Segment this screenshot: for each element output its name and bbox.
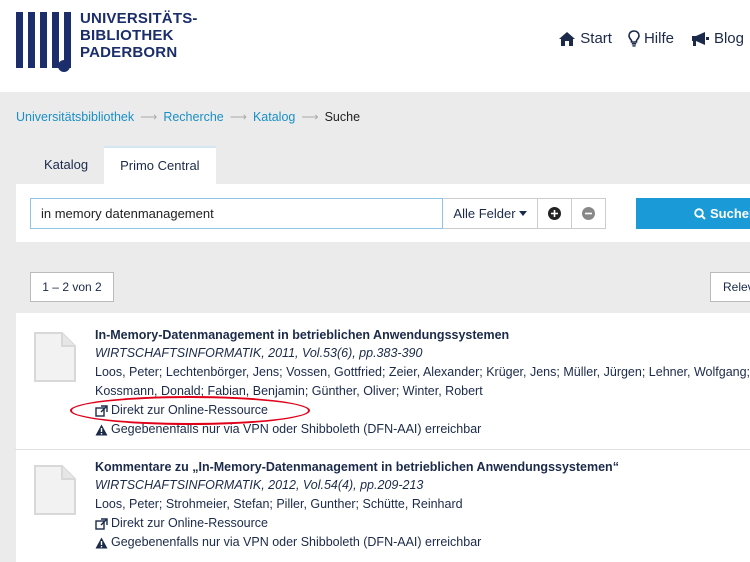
nav-blog-label: Blog	[713, 30, 744, 47]
result-title[interactable]: Kommentare zu „In-Memory-Datenmanagement…	[95, 458, 750, 476]
search-input[interactable]	[30, 198, 443, 229]
vpn-warning: Gegebenenfalls nur via VPN oder Shibbole…	[95, 420, 750, 439]
result-authors: Kossmann, Donald; Fabian, Benjamin; Günt…	[95, 384, 483, 398]
tab-primo-central[interactable]: Primo Central	[104, 146, 216, 184]
result-authors: Loos, Peter; Strohmeier, Stefan; Piller,…	[95, 497, 463, 511]
logo-line-2: BIBLIOTHEK	[80, 27, 174, 44]
external-link-icon	[95, 404, 108, 417]
results-count: 1 – 2 von 2	[30, 272, 114, 302]
result-source: WIRTSCHAFTSINFORMATIK, 2012, Vol.54(4), …	[95, 478, 424, 492]
result-source: WIRTSCHAFTSINFORMATIK, 2011, Vol.53(6), …	[95, 346, 423, 360]
megaphone-icon	[691, 31, 709, 46]
plus-circle-icon	[548, 207, 561, 220]
lightbulb-icon	[628, 30, 640, 47]
nav-start[interactable]: Start	[558, 30, 612, 47]
search-button[interactable]: Suchen	[636, 198, 750, 229]
minus-circle-icon	[582, 207, 595, 220]
result-item: Kommentare zu „In-Memory-Datenmanagement…	[95, 458, 750, 552]
top-navigation: Start Hilfe Blog	[558, 30, 744, 47]
breadcrumb-arrow-icon: ⟶	[229, 110, 247, 124]
breadcrumb-current: Suche	[324, 110, 361, 124]
logo-text[interactable]: UNIVERSITÄTS- BIBLIOTHEK PADERBORN	[80, 10, 198, 61]
vpn-warning: Gegebenenfalls nur via VPN oder Shibbole…	[95, 533, 750, 552]
caret-down-icon	[518, 211, 527, 216]
logo-line-3: PADERBORN	[80, 44, 178, 61]
logo-icon[interactable]	[16, 12, 76, 68]
online-resource-link-label: Direkt zur Online-Ressource	[111, 403, 268, 417]
search-icon	[694, 207, 706, 220]
external-link-icon	[95, 517, 108, 530]
home-icon	[559, 31, 576, 46]
search-tabs: Katalog Primo Central	[28, 146, 216, 184]
tab-katalog[interactable]: Katalog	[28, 146, 104, 184]
result-authors: Loos, Peter; Lechtenbörger, Jens; Vossen…	[95, 365, 750, 379]
field-select-label: Alle Felder	[453, 206, 516, 221]
result-divider	[14, 449, 750, 450]
logo-dot	[58, 60, 70, 72]
online-resource-link[interactable]: Direkt zur Online-Ressource	[95, 401, 750, 420]
online-resource-link-label: Direkt zur Online-Ressource	[111, 516, 268, 530]
breadcrumb-universitaetsbibliothek[interactable]: Universitätsbibliothek	[16, 110, 134, 124]
search-button-label: Suchen	[710, 206, 750, 221]
breadcrumb-katalog[interactable]: Katalog	[253, 110, 295, 124]
nav-start-label: Start	[580, 30, 612, 47]
vpn-warning-label: Gegebenenfalls nur via VPN oder Shibbole…	[111, 535, 482, 549]
logo-line-1: UNIVERSITÄTS-	[80, 10, 198, 27]
online-resource-link[interactable]: Direkt zur Online-Ressource	[95, 514, 750, 533]
warning-icon	[95, 424, 108, 435]
nav-hilfe[interactable]: Hilfe	[628, 30, 674, 47]
breadcrumb-arrow-icon: ⟶	[140, 110, 158, 124]
document-icon	[34, 332, 76, 382]
remove-search-row-button[interactable]	[571, 198, 606, 229]
site-header: UNIVERSITÄTS- BIBLIOTHEK PADERBORN Start…	[0, 0, 750, 92]
search-panel: Alle Felder Suchen	[16, 184, 750, 242]
breadcrumb-arrow-icon: ⟶	[301, 110, 319, 124]
breadcrumb-recherche[interactable]: Recherche	[163, 110, 223, 124]
field-select[interactable]: Alle Felder	[443, 198, 538, 229]
nav-blog[interactable]: Blog	[690, 30, 744, 47]
sort-button[interactable]: Relevanz	[710, 272, 750, 302]
vpn-warning-label: Gegebenenfalls nur via VPN oder Shibbole…	[111, 422, 482, 436]
result-item: In-Memory-Datenmanagement in betrieblich…	[95, 326, 750, 439]
nav-hilfe-label: Hilfe	[643, 30, 674, 47]
result-title[interactable]: In-Memory-Datenmanagement in betrieblich…	[95, 326, 750, 344]
add-search-row-button[interactable]	[537, 198, 572, 229]
document-icon	[34, 465, 76, 515]
warning-icon	[95, 537, 108, 548]
breadcrumb: Universitätsbibliothek ⟶ Recherche ⟶ Kat…	[16, 110, 360, 124]
